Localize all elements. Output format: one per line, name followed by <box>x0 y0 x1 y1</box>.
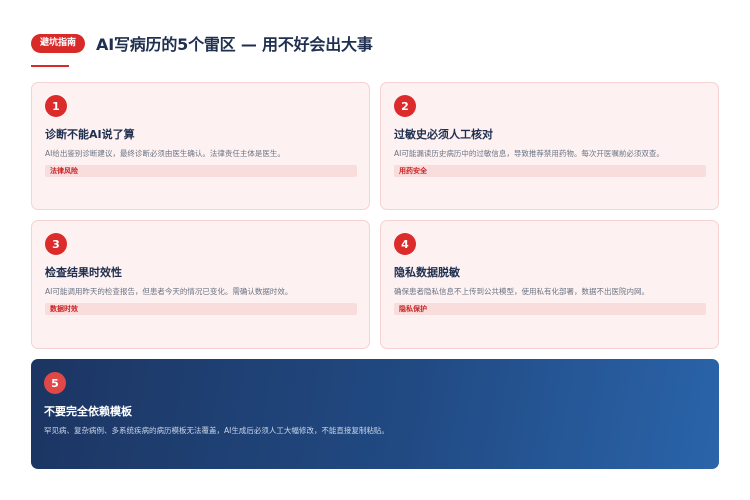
card-number: 5 <box>44 372 66 394</box>
card-title: 诊断不能AI说了算 <box>45 128 135 141</box>
card-title: 不要完全依赖模板 <box>44 405 132 418</box>
risk-tag: 隐私保护 <box>394 303 706 315</box>
risk-card-2: 2 过敏史必须人工核对 AI可能漏读历史病历中的过敏信息，导致推荐禁用药物。每次… <box>380 82 719 210</box>
featured-risk-card-5: 5 不要完全依赖模板 罕见病、复杂病例、多系统疾病的病历模板无法覆盖，AI生成后… <box>31 359 719 469</box>
card-description: 罕见病、复杂病例、多系统疾病的病历模板无法覆盖，AI生成后必须人工大幅修改，不能… <box>44 426 389 435</box>
risk-tag: 数据时效 <box>45 303 357 315</box>
guide-badge: 避坑指南 <box>31 33 86 53</box>
card-title: 检查结果时效性 <box>45 266 122 279</box>
risk-tag: 法律风险 <box>45 165 357 177</box>
page-title: AI写病历的5个雷区 — 用不好会出大事 <box>96 35 373 54</box>
card-number: 3 <box>45 233 67 255</box>
card-title: 过敏史必须人工核对 <box>394 128 493 141</box>
card-number: 4 <box>394 233 416 255</box>
card-description: 确保患者隐私信息不上传到公共模型，使用私有化部署，数据不出医院内网。 <box>394 287 649 296</box>
card-description: AI给出鉴别诊断建议，最终诊断必须由医生确认。法律责任主体是医生。 <box>45 149 285 158</box>
card-number: 2 <box>394 95 416 117</box>
title-underline <box>31 65 69 67</box>
card-number: 1 <box>45 95 67 117</box>
card-title: 隐私数据脱敏 <box>394 266 460 279</box>
risk-card-3: 3 检查结果时效性 AI可能调用昨天的检查报告，但患者今天的情况已变化。需确认数… <box>31 220 370 349</box>
header: 避坑指南 AI写病历的5个雷区 — 用不好会出大事 <box>31 32 373 54</box>
risk-tag: 用药安全 <box>394 165 706 177</box>
card-description: AI可能调用昨天的检查报告，但患者今天的情况已变化。需确认数据时效。 <box>45 287 293 296</box>
risk-card-4: 4 隐私数据脱敏 确保患者隐私信息不上传到公共模型，使用私有化部署，数据不出医院… <box>380 220 719 349</box>
risk-card-1: 1 诊断不能AI说了算 AI给出鉴别诊断建议，最终诊断必须由医生确认。法律责任主… <box>31 82 370 210</box>
card-description: AI可能漏读历史病历中的过敏信息，导致推荐禁用药物。每次开医嘱前必须双查。 <box>394 149 664 158</box>
